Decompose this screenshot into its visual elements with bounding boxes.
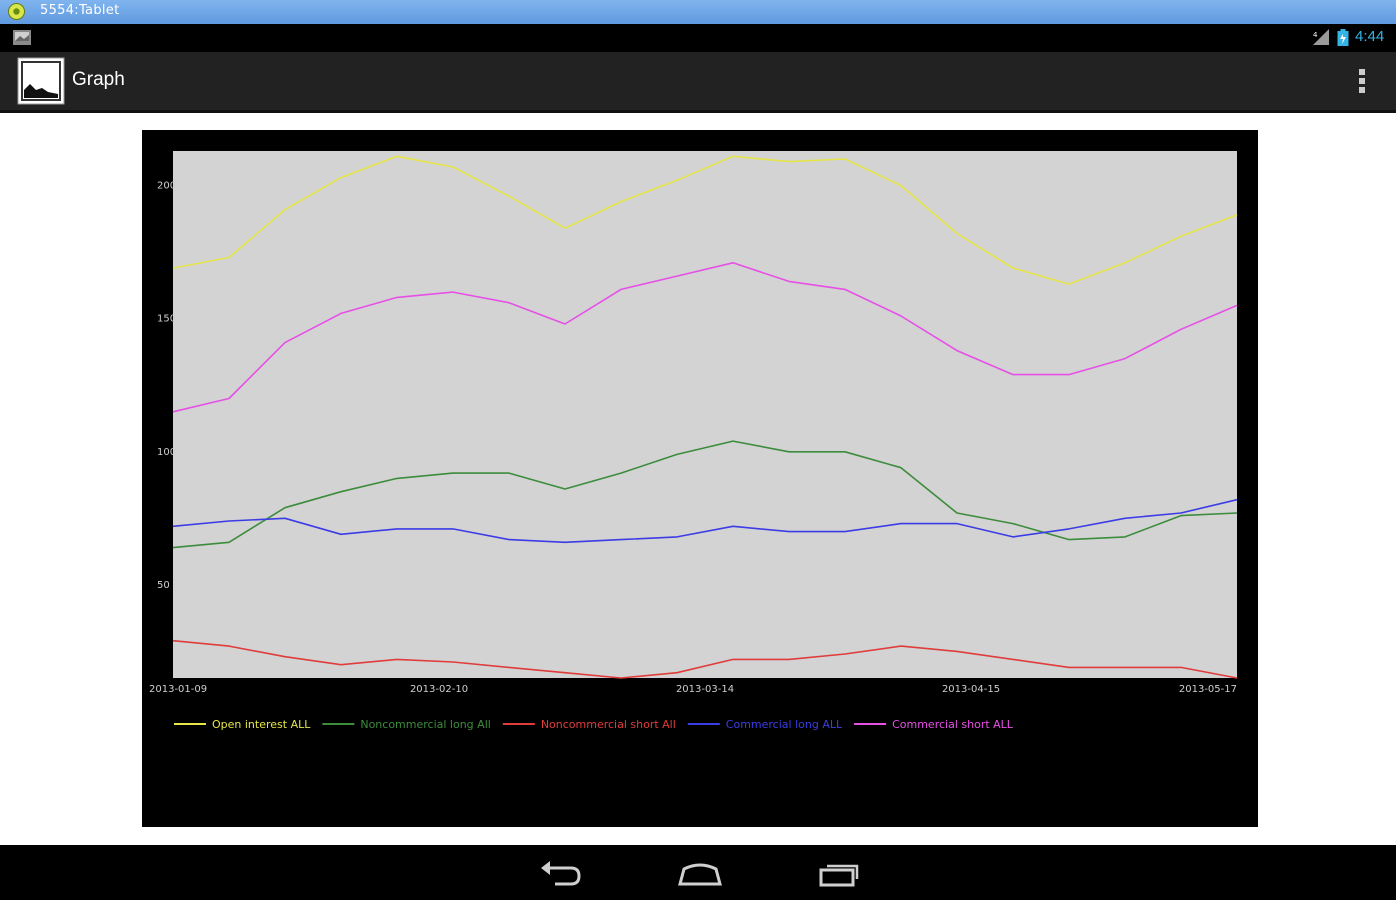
x-tick-label: 2013-03-14: [676, 684, 734, 695]
line-chart: 50 100 150 200 2013-01-09 2013-02-10 2013-03-…: [149, 151, 1238, 731]
legend-label: Open interest ALL: [212, 718, 311, 731]
legend-label: Noncommercial long All: [360, 718, 490, 731]
status-bar: 4 4:44: [0, 24, 1396, 52]
y-tick-label: 100: [157, 447, 176, 458]
home-icon[interactable]: [675, 855, 725, 891]
recents-icon[interactable]: [815, 855, 865, 891]
y-tick-label: 150: [157, 314, 176, 325]
signal-icon: 4: [1313, 29, 1329, 45]
back-icon[interactable]: [535, 855, 585, 891]
window-title: 5554:Tablet: [40, 3, 120, 18]
action-bar-title: Graph: [72, 69, 125, 90]
legend-label: Noncommercial short All: [541, 718, 676, 731]
emulator-title-bar: 5554:Tablet: [0, 0, 1396, 24]
x-tick-label: 2013-04-15: [942, 684, 1000, 695]
menu-dot: [1359, 69, 1365, 75]
x-tick-label: 2013-01-09: [149, 684, 207, 695]
plot-area: [173, 151, 1237, 678]
chart-container: 50 100 150 200 2013-01-09 2013-02-10 2013-03-…: [142, 130, 1258, 827]
android-emulator-icon: [8, 3, 25, 20]
graph-app-icon[interactable]: [17, 57, 65, 105]
y-tick-label: 200: [157, 181, 176, 192]
menu-dot: [1359, 78, 1365, 84]
navigation-bar: [0, 845, 1396, 900]
status-clock: 4:44: [1355, 28, 1385, 45]
action-bar: Graph: [0, 52, 1396, 113]
y-tick-label: 50: [157, 580, 170, 591]
notification-image-icon: [13, 30, 31, 45]
x-tick-label: 2013-02-10: [410, 684, 468, 695]
battery-icon: [1337, 29, 1349, 46]
legend-label: Commercial long ALL: [726, 718, 843, 731]
menu-dot: [1359, 87, 1365, 93]
overflow-menu-icon[interactable]: [1350, 66, 1374, 96]
x-tick-label: 2013-05-17: [1179, 684, 1237, 695]
svg-text:4: 4: [1313, 31, 1318, 39]
legend-label: Commercial short ALL: [892, 718, 1014, 731]
